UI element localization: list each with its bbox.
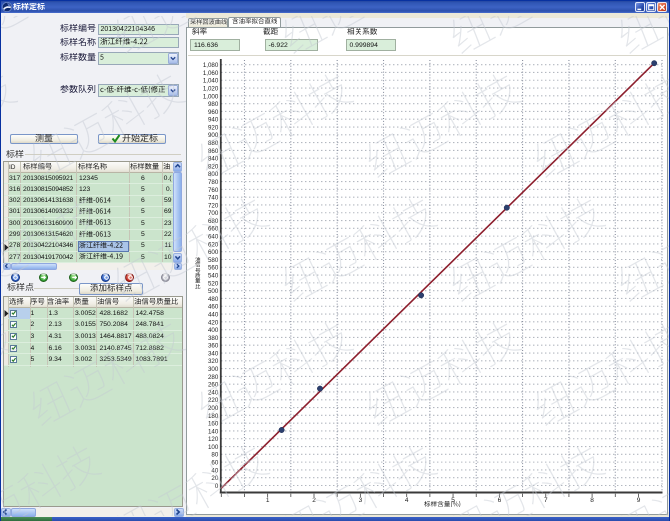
svg-text:380: 380 xyxy=(207,335,218,342)
svg-text:40: 40 xyxy=(211,467,218,474)
svg-text:1,020: 1,020 xyxy=(202,85,218,92)
svg-text:1,040: 1,040 xyxy=(202,78,218,85)
svg-text:200: 200 xyxy=(207,405,218,412)
svg-text:260: 260 xyxy=(207,382,218,389)
svg-text:540: 540 xyxy=(207,272,218,279)
svg-text:900: 900 xyxy=(207,132,218,139)
svg-text:7: 7 xyxy=(543,497,547,504)
svg-text:220: 220 xyxy=(207,397,218,404)
svg-text:120: 120 xyxy=(207,436,218,443)
svg-text:920: 920 xyxy=(207,124,218,131)
svg-text:560: 560 xyxy=(207,265,218,272)
svg-text:520: 520 xyxy=(207,280,218,287)
svg-text:660: 660 xyxy=(207,226,218,233)
svg-text:840: 840 xyxy=(207,156,218,163)
svg-text:60: 60 xyxy=(211,460,218,467)
svg-text:680: 680 xyxy=(207,218,218,225)
svg-text:4: 4 xyxy=(404,497,408,504)
svg-text:280: 280 xyxy=(207,374,218,381)
svg-text:880: 880 xyxy=(207,140,218,147)
svg-text:9: 9 xyxy=(636,497,640,504)
svg-text:140: 140 xyxy=(207,428,218,435)
svg-text:8: 8 xyxy=(590,497,594,504)
svg-text:1,000: 1,000 xyxy=(202,93,218,100)
svg-text:180: 180 xyxy=(207,413,218,420)
svg-text:1,080: 1,080 xyxy=(202,62,218,69)
svg-text:960: 960 xyxy=(207,109,218,116)
svg-text:1,060: 1,060 xyxy=(202,70,218,77)
svg-text:740: 740 xyxy=(207,195,218,202)
svg-text:80: 80 xyxy=(211,452,218,459)
svg-text:1: 1 xyxy=(265,497,269,504)
svg-text:100: 100 xyxy=(207,444,218,451)
svg-text:6: 6 xyxy=(497,497,501,504)
svg-text:720: 720 xyxy=(207,202,218,209)
svg-text:20: 20 xyxy=(211,475,218,482)
svg-text:820: 820 xyxy=(207,163,218,170)
svg-text:480: 480 xyxy=(207,296,218,303)
svg-text:980: 980 xyxy=(207,101,218,108)
svg-text:300: 300 xyxy=(207,366,218,373)
svg-text:360: 360 xyxy=(207,343,218,350)
svg-text:400: 400 xyxy=(207,327,218,334)
svg-text:440: 440 xyxy=(207,311,218,318)
svg-text:240: 240 xyxy=(207,389,218,396)
svg-text:780: 780 xyxy=(207,179,218,186)
svg-text:860: 860 xyxy=(207,148,218,155)
svg-text:340: 340 xyxy=(207,350,218,357)
svg-text:640: 640 xyxy=(207,234,218,241)
svg-text:3: 3 xyxy=(358,497,362,504)
svg-text:460: 460 xyxy=(207,304,218,311)
svg-text:800: 800 xyxy=(207,171,218,178)
svg-text:600: 600 xyxy=(207,249,218,256)
svg-text:700: 700 xyxy=(207,210,218,217)
svg-text:0: 0 xyxy=(214,483,218,490)
svg-text:940: 940 xyxy=(207,117,218,124)
svg-text:420: 420 xyxy=(207,319,218,326)
svg-text:760: 760 xyxy=(207,187,218,194)
svg-text:500: 500 xyxy=(207,288,218,295)
svg-text:2: 2 xyxy=(312,497,316,504)
svg-text:320: 320 xyxy=(207,358,218,365)
svg-text:580: 580 xyxy=(207,257,218,264)
svg-text:160: 160 xyxy=(207,421,218,428)
svg-text:620: 620 xyxy=(207,241,218,248)
